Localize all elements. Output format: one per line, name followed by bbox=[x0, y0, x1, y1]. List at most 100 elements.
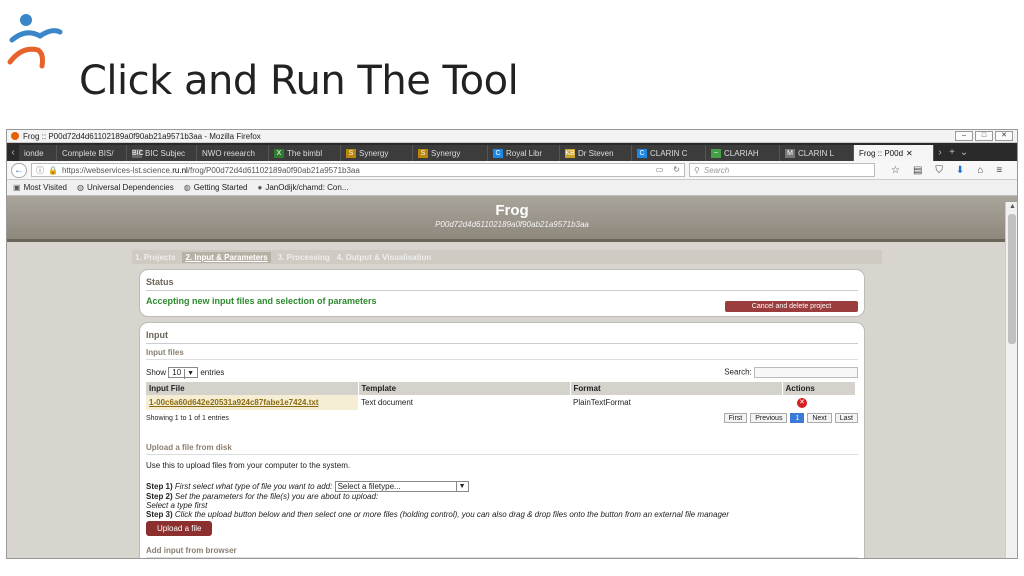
format-cell: PlainTextFormat bbox=[573, 398, 631, 407]
bookmark-star-icon[interactable]: ☆ bbox=[891, 165, 900, 176]
reader-view-icon[interactable]: ▭ bbox=[656, 165, 664, 174]
tab[interactable]: ~ CLARIAH bbox=[706, 145, 780, 161]
input-panel: Input Input files Show 10 ▼ entries Searc… bbox=[139, 322, 865, 558]
table-search-input[interactable] bbox=[754, 367, 858, 378]
scrollbar-thumb[interactable] bbox=[1008, 214, 1016, 344]
bookmark-item[interactable]: ▣ Most Visited bbox=[13, 183, 67, 192]
tab[interactable]: ionde bbox=[19, 145, 57, 161]
entries-select[interactable]: 10 ▼ bbox=[168, 367, 199, 379]
firefox-icon bbox=[11, 132, 19, 140]
window-title: Frog :: P00d72d4d61102189a0f90ab21a9571b… bbox=[23, 131, 261, 141]
column-header[interactable]: Input File bbox=[146, 382, 359, 395]
download-icon[interactable]: ⬇ bbox=[956, 165, 964, 176]
close-tab-icon[interactable]: ✕ bbox=[906, 149, 913, 158]
project-id: P00d72d4d61102189a0f90ab21a9571b3aa bbox=[435, 220, 589, 229]
slide: Click and Run The Tool Frog :: P00d72d4d… bbox=[0, 0, 1024, 576]
select-type-first: Select a type first bbox=[146, 501, 208, 510]
cancel-delete-button[interactable]: Cancel and delete project bbox=[725, 301, 858, 312]
step2-label: Step 2) bbox=[146, 492, 173, 501]
tab[interactable]: M CLARIN L bbox=[780, 145, 854, 161]
back-icon[interactable]: ← bbox=[11, 162, 27, 178]
delete-file-icon[interactable]: ✕ bbox=[797, 398, 807, 408]
last-page-button[interactable]: Last bbox=[834, 413, 858, 423]
tab-label: CLARIAH bbox=[724, 148, 759, 158]
tab[interactable]: C Royal Libr bbox=[488, 145, 560, 161]
tab[interactable]: S Synergy bbox=[341, 145, 413, 161]
step-output[interactable]: 4. Output & Visualisation bbox=[337, 253, 432, 262]
bookmarks-menu-icon[interactable]: ▤ bbox=[913, 165, 922, 176]
search-placeholder: Search bbox=[703, 165, 730, 175]
tab-active[interactable]: Frog :: P00d ✕ bbox=[854, 145, 934, 161]
show-label: Show bbox=[146, 368, 167, 377]
home-icon[interactable]: ⌂ bbox=[977, 165, 983, 176]
new-tab-icon[interactable]: + bbox=[946, 145, 958, 161]
input-heading: Input bbox=[146, 330, 858, 344]
close-window-button[interactable]: ✕ bbox=[995, 131, 1013, 141]
browser-screenshot: Frog :: P00d72d4d61102189a0f90ab21a9571b… bbox=[6, 129, 1018, 559]
next-page-button[interactable]: Next bbox=[807, 413, 832, 423]
tab-label: Royal Libr bbox=[506, 148, 543, 158]
tab-favicon-icon: M bbox=[785, 148, 795, 158]
step-nav: 1. Projects 2. Input & Parameters 3. Pro… bbox=[132, 250, 882, 264]
search-input[interactable]: ⚲ Search bbox=[689, 163, 875, 177]
column-header[interactable]: Actions bbox=[782, 382, 856, 395]
tab[interactable]: X The bimbl bbox=[269, 145, 341, 161]
bookmark-item[interactable]: ● JanOdijk/chamd: Con... bbox=[258, 183, 349, 192]
tab-favicon-icon: C bbox=[493, 148, 503, 158]
app-name: Frog bbox=[495, 202, 529, 219]
tab-label: Frog :: P00d bbox=[859, 148, 904, 158]
window-titlebar: Frog :: P00d72d4d61102189a0f90ab21a9571b… bbox=[7, 130, 1017, 143]
page-1-button[interactable]: 1 bbox=[790, 413, 805, 423]
browser-input-heading: Add input from browser bbox=[146, 542, 858, 558]
globe-icon: ◍ bbox=[183, 183, 191, 192]
tab-label: CLARIN C bbox=[650, 148, 688, 158]
tab-label: CLARIN L bbox=[798, 148, 835, 158]
app-header: Frog P00d72d4d61102189a0f90ab21a9571b3aa bbox=[7, 196, 1017, 242]
info-icon[interactable]: ⓘ bbox=[36, 165, 44, 176]
step-input-parameters[interactable]: 2. Input & Parameters bbox=[182, 251, 271, 263]
tab-favicon-icon: BIC bbox=[132, 148, 144, 158]
column-header[interactable]: Format bbox=[570, 382, 783, 395]
bookmark-item[interactable]: ◍ Getting Started bbox=[184, 183, 248, 192]
step2-text: Set the parameters for the file(s) you a… bbox=[174, 492, 379, 501]
filetype-select[interactable]: Select a filetype... ▼ bbox=[334, 481, 469, 492]
tab-label: Dr Steven bbox=[578, 148, 614, 158]
maximize-button[interactable]: □ bbox=[975, 131, 993, 141]
tab-label: The bimbl bbox=[287, 148, 323, 158]
page-scrollbar[interactable]: ▲ bbox=[1005, 202, 1017, 558]
showing-info: Showing 1 to 1 of 1 entries bbox=[146, 414, 229, 422]
bookmark-item[interactable]: ◍ Universal Dependencies bbox=[77, 183, 174, 192]
input-files-heading: Input files bbox=[146, 344, 858, 360]
tab-scroll-left-icon[interactable]: ‹ bbox=[7, 145, 19, 161]
upload-file-button[interactable]: Upload a file bbox=[146, 521, 213, 536]
step-projects[interactable]: 1. Projects bbox=[135, 253, 175, 262]
minimize-button[interactable]: – bbox=[955, 131, 973, 141]
bookmarks-toolbar: ▣ Most Visited ◍ Universal Dependencies ◍ G… bbox=[7, 180, 1017, 196]
template-cell: Text document bbox=[361, 398, 414, 407]
scroll-up-icon[interactable]: ▲ bbox=[1009, 203, 1016, 210]
step-processing[interactable]: 3. Processing bbox=[278, 253, 330, 262]
tab[interactable]: S Synergy bbox=[413, 145, 488, 161]
tab-list-icon[interactable]: ⌄ bbox=[958, 145, 970, 161]
tab-bar: ‹ ionde Complete BIS/ BIC BIC Subjec NWO … bbox=[7, 143, 1017, 161]
tab-scroll-right-icon[interactable]: › bbox=[934, 145, 946, 161]
tab-label: BIC Subjec bbox=[145, 148, 186, 158]
tab[interactable]: Complete BIS/ bbox=[57, 145, 127, 161]
step1-label: Step 1) bbox=[146, 482, 173, 491]
page-content: 1. Projects 2. Input & Parameters 3. Pro… bbox=[7, 242, 1017, 558]
tab[interactable]: NWO research bbox=[197, 145, 269, 161]
first-page-button[interactable]: First bbox=[723, 413, 748, 423]
pocket-icon[interactable]: ⛉ bbox=[935, 165, 943, 176]
reload-icon[interactable]: ↻ bbox=[673, 165, 680, 174]
tab[interactable]: C CLARIN C bbox=[632, 145, 706, 161]
input-file-link[interactable]: 1-00c6a60d642e20531a924c87fabe1e7424.txt bbox=[146, 395, 358, 410]
tab[interactable]: BIC BIC Subjec bbox=[127, 145, 197, 161]
menu-icon[interactable]: ≡ bbox=[996, 165, 1002, 176]
tab-favicon-icon: S bbox=[346, 148, 356, 158]
tab[interactable]: KB Dr Steven bbox=[560, 145, 632, 161]
url-bar[interactable]: ⓘ 🔒 https://webservices-lst.science.ru.n… bbox=[31, 163, 685, 177]
github-icon: ● bbox=[257, 183, 263, 192]
column-header[interactable]: Template bbox=[358, 382, 571, 395]
previous-page-button[interactable]: Previous bbox=[750, 413, 788, 423]
step3-text: Click the upload button below and then s… bbox=[174, 510, 730, 519]
